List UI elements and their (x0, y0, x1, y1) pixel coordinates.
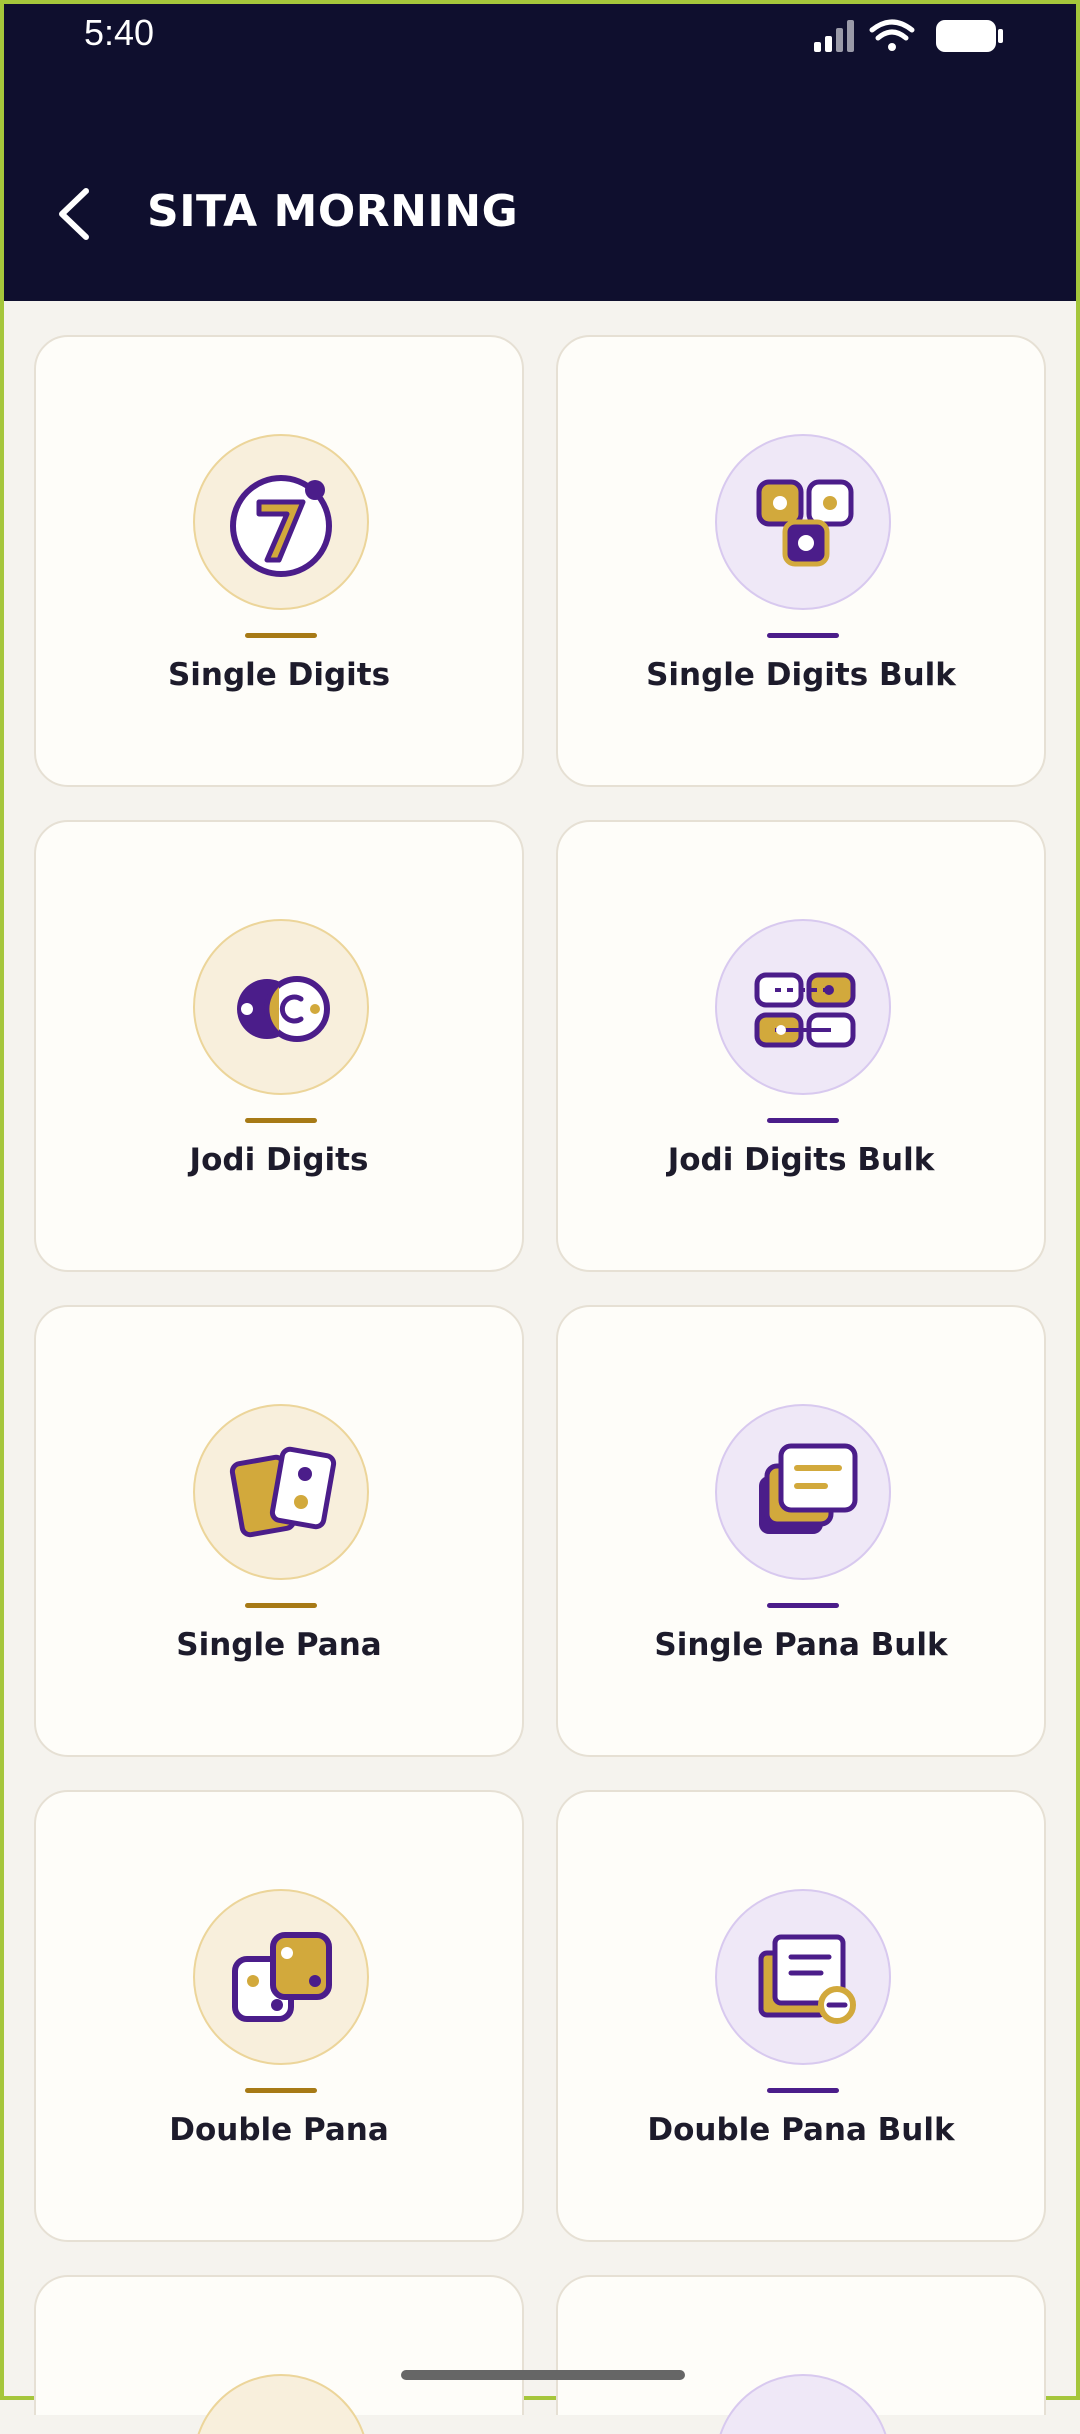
back-arrow-icon[interactable] (48, 179, 108, 249)
signal-icon (814, 20, 854, 52)
game-card-label: Single Digits (167, 657, 391, 693)
icon-container (193, 434, 369, 610)
single-digit-icon (230, 475, 332, 577)
accent-underline (245, 1603, 317, 1608)
game-card-jodi-digits[interactable]: Jodi Digits (34, 820, 524, 1272)
jodi-digits-icon (237, 976, 330, 1042)
home-indicator[interactable] (401, 2370, 685, 2380)
page-title: SITA MORNING (147, 186, 519, 237)
game-card-label: Double Pana Bulk (647, 2112, 955, 2148)
game-card-partial-left[interactable] (34, 2275, 524, 2434)
accent-underline (245, 633, 317, 638)
icon-container (715, 919, 891, 1095)
game-card-label: Single Digits Bulk (646, 657, 956, 693)
jodi-digits-bulk-icon (754, 972, 856, 1048)
battery-icon (936, 20, 1003, 52)
wifi-icon (869, 19, 915, 51)
game-card-single-pana-bulk[interactable]: Single Pana Bulk (556, 1305, 1046, 1757)
icon-container (193, 1889, 369, 2065)
accent-underline (767, 1603, 839, 1608)
icon-container (193, 1404, 369, 1580)
app-header: 5:40 SITA MORNING (4, 4, 1076, 301)
double-pana-bulk-icon (758, 1934, 856, 2024)
game-card-partial-right[interactable] (556, 2275, 1046, 2434)
game-card-jodi-digits-bulk[interactable]: Jodi Digits Bulk (556, 820, 1046, 1272)
icon-container (193, 2374, 369, 2434)
game-card-label: Single Pana (176, 1627, 382, 1663)
single-digits-bulk-icon (756, 479, 854, 567)
accent-underline (245, 2088, 317, 2093)
icon-container (193, 919, 369, 1095)
icon-container (715, 1404, 891, 1580)
game-card-single-digits-bulk[interactable]: Single Digits Bulk (556, 335, 1046, 787)
accent-underline (767, 633, 839, 638)
game-card-single-pana[interactable]: Single Pana (34, 1305, 524, 1757)
game-card-double-pana-bulk[interactable]: Double Pana Bulk (556, 1790, 1046, 2242)
status-icons (814, 19, 1003, 52)
double-pana-icon (232, 1932, 332, 2022)
accent-underline (767, 1118, 839, 1123)
game-card-double-pana[interactable]: Double Pana (34, 1790, 524, 2242)
accent-underline (245, 1118, 317, 1123)
game-card-label: Jodi Digits Bulk (667, 1142, 935, 1178)
single-pana-bulk-icon (759, 1443, 858, 1534)
icon-container (715, 434, 891, 610)
single-pana-icon (229, 1446, 337, 1538)
game-card-single-digits[interactable]: Single Digits (34, 335, 524, 787)
game-card-label: Single Pana Bulk (654, 1627, 948, 1663)
accent-underline (767, 2088, 839, 2093)
game-card-label: Double Pana (169, 2112, 389, 2148)
status-time: 5:40 (84, 12, 155, 53)
icon-container (715, 2374, 891, 2434)
game-card-label: Jodi Digits (189, 1142, 369, 1178)
icon-container (715, 1889, 891, 2065)
